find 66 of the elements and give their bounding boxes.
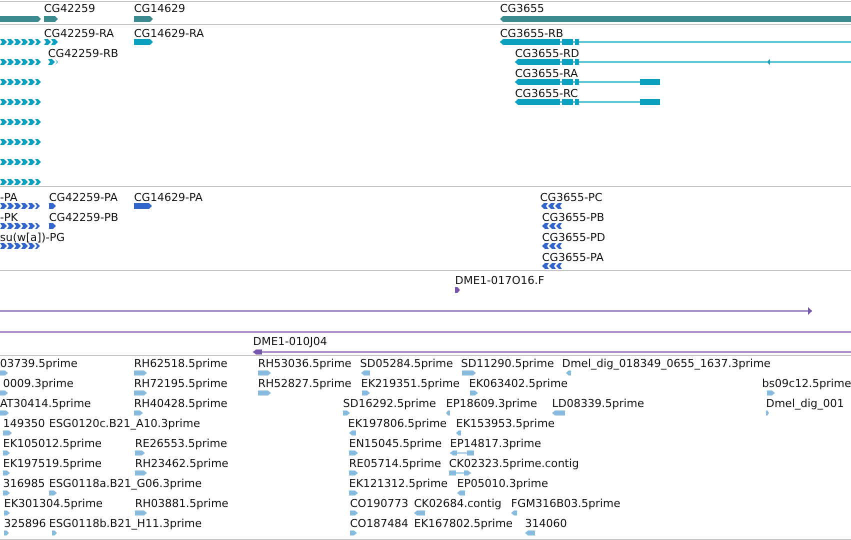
feature-label[interactable]: CK02684.contig <box>414 497 502 510</box>
feature-label[interactable]: -PA <box>0 191 18 204</box>
feature-label[interactable]: Dmel_dig_018349_0655_1637.3prime <box>562 357 771 370</box>
feature-label[interactable]: CO187484 <box>350 517 408 530</box>
feature-label[interactable]: CG42259-RA <box>44 27 114 40</box>
feature-label[interactable]: EK301304.5prime <box>4 497 103 510</box>
feature-label[interactable]: CG14629 <box>134 2 186 15</box>
feature-label[interactable]: DME1-010J04 <box>253 335 328 348</box>
feature-label[interactable]: EN15045.5prime <box>349 437 442 450</box>
feature-label[interactable]: CG42259-PA <box>49 191 118 204</box>
feature-label[interactable]: RH72195.5prime <box>134 377 228 390</box>
feature-label[interactable]: CO190773 <box>350 497 408 510</box>
feature-label[interactable]: EK197519.5prime <box>3 457 102 470</box>
feature-label[interactable]: EP14817.3prime <box>450 437 542 450</box>
feature-label[interactable]: ESG0118a.B21_G06.3prime <box>49 477 202 490</box>
feature-label[interactable]: su(w[a])-PG <box>0 231 65 244</box>
feature-label[interactable]: CG3655-RA <box>515 67 578 80</box>
feature-label[interactable]: EK197806.5prime <box>348 417 447 430</box>
feature-label[interactable]: CG3655-RB <box>500 27 564 40</box>
feature-label[interactable]: -PK <box>0 211 18 224</box>
feature-label[interactable]: RH03881.5prime <box>135 497 228 510</box>
feature-label[interactable]: RE05714.5prime <box>349 457 442 470</box>
feature-label[interactable]: EP05010.3prime <box>457 477 548 490</box>
feature-label[interactable]: CG42259 <box>44 2 96 15</box>
feature-label[interactable]: CK02323.5prime.contig <box>449 457 580 470</box>
feature-label[interactable]: EK219351.5prime <box>361 377 460 390</box>
feature-label[interactable]: 325896 <box>4 517 46 530</box>
feature-label[interactable]: 316985 <box>3 477 45 490</box>
feature-label[interactable]: CG3655-PB <box>542 211 604 224</box>
feature-label[interactable]: RH62518.5prime <box>134 357 228 370</box>
feature-label[interactable]: AT30414.5prime <box>0 397 91 410</box>
feature-label[interactable]: RE26553.5prime <box>135 437 228 450</box>
feature-label[interactable]: 314060 <box>525 517 567 530</box>
feature-label[interactable]: CG3655-PC <box>540 191 602 204</box>
feature-label[interactable]: SD05284.5prime <box>360 357 453 370</box>
feature-label[interactable]: ESG0120c.B21_A10.3prime <box>49 417 200 430</box>
feature-label[interactable]: 149350 <box>3 417 45 430</box>
feature-label[interactable]: bs09c12.5prime <box>762 377 851 390</box>
feature-label[interactable]: ESG0118b.B21_H11.3prime <box>49 517 202 530</box>
feature-label[interactable]: FGM316B03.5prime <box>511 497 620 510</box>
feature-label[interactable]: CG14629-RA <box>134 27 204 40</box>
feature-label[interactable]: RH40428.5prime <box>134 397 228 410</box>
feature-label[interactable]: SD16292.5prime <box>343 397 436 410</box>
feature-label[interactable]: EK121312.5prime <box>349 477 448 490</box>
feature-label[interactable]: SD11290.5prime <box>461 357 554 370</box>
feature-label[interactable]: CG42259-PB <box>49 211 118 224</box>
feature-label[interactable]: RH52827.5prime <box>258 377 352 390</box>
feature-label[interactable]: 03739.5prime <box>0 357 78 370</box>
feature-label[interactable]: CG14629-PA <box>134 191 203 204</box>
feature-label[interactable]: EP18609.3prime <box>446 397 538 410</box>
feature-label[interactable]: CG42259-RB <box>48 47 118 60</box>
feature-label[interactable]: LD08339.5prime <box>552 397 644 410</box>
feature-label[interactable]: DME1-017O16.F <box>455 274 544 287</box>
feature-label[interactable]: CG3655-PD <box>542 231 606 244</box>
feature-label[interactable]: RH53036.5prime <box>258 357 352 370</box>
feature-label[interactable]: CG3655-RD <box>515 47 580 60</box>
feature-label[interactable]: EK105012.5prime <box>3 437 102 450</box>
feature-label[interactable]: EK063402.5prime <box>469 377 568 390</box>
feature-label[interactable]: CG3655-PA <box>542 251 604 264</box>
feature-label[interactable]: RH23462.5prime <box>135 457 228 470</box>
feature-label[interactable]: 0009.3prime <box>3 377 74 390</box>
feature-label[interactable]: EK153953.5prime <box>456 417 555 430</box>
feature-label[interactable]: CG3655-RC <box>515 87 578 100</box>
feature-label[interactable]: CG3655 <box>500 2 544 15</box>
feature-label[interactable]: Dmel_dig_001 <box>766 397 844 410</box>
feature-label[interactable]: EK167802.5prime <box>414 517 513 530</box>
